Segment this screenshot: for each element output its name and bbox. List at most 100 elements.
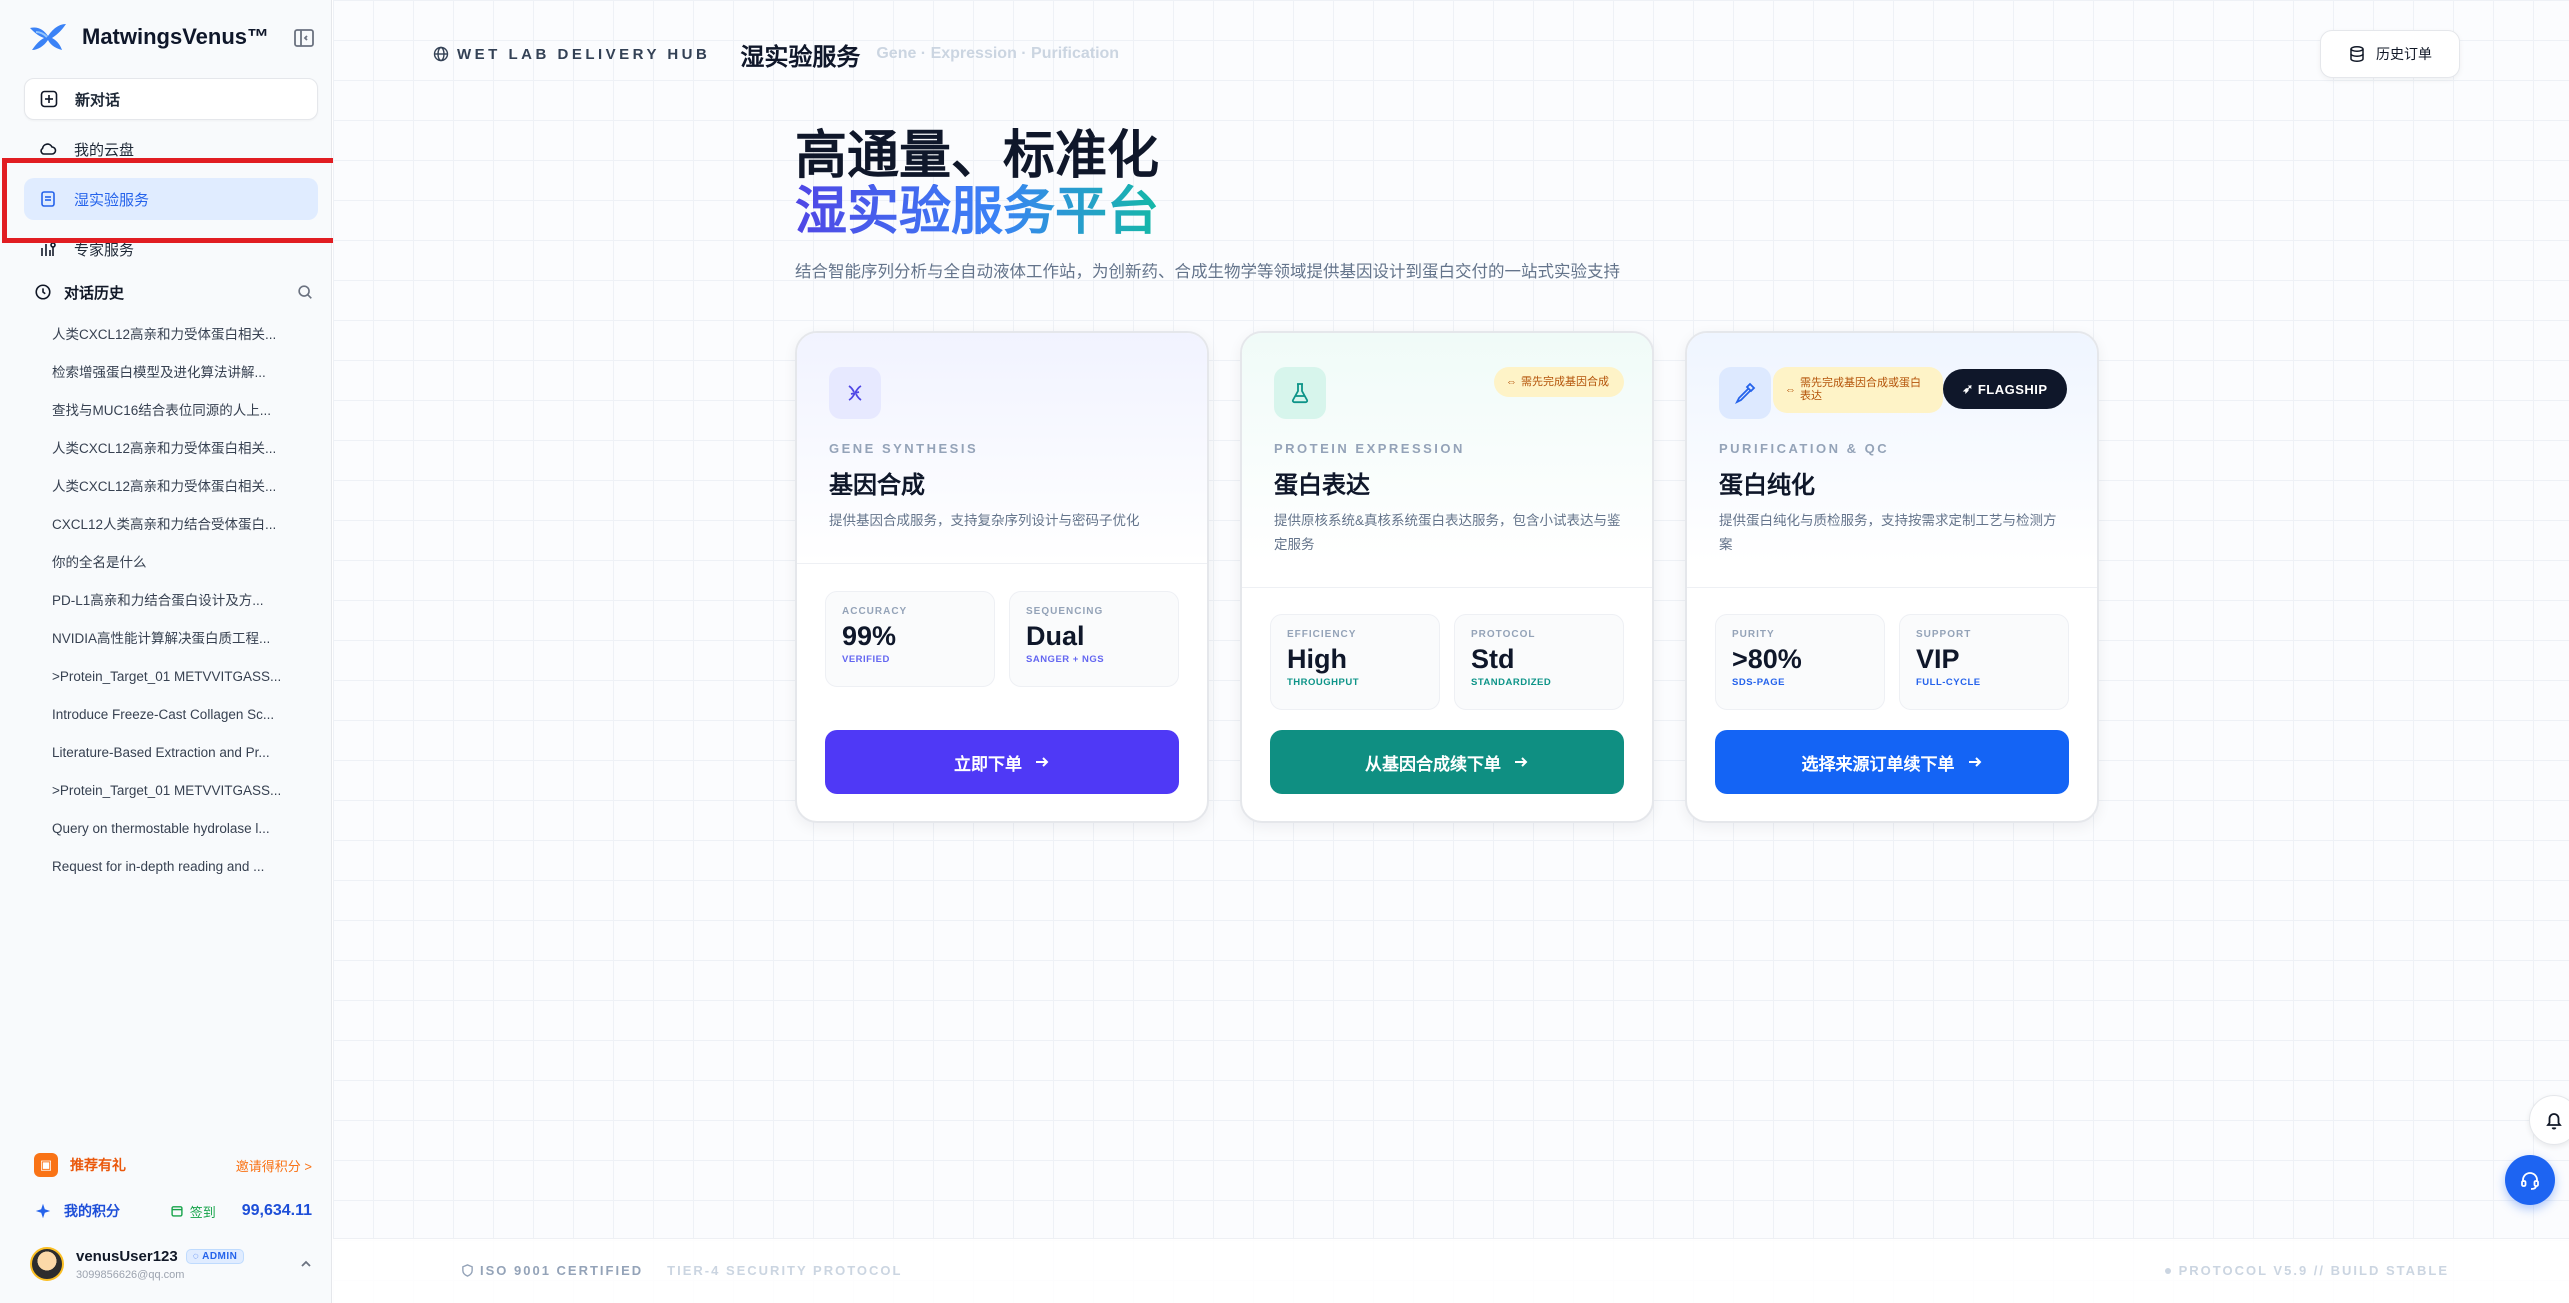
referral-promo[interactable]: ▣ 推荐有礼 邀请得积分 >	[34, 1152, 312, 1178]
nav-expert-service[interactable]: 专家服务	[24, 228, 318, 270]
main-area: WET LAB DELIVERY HUB 湿实验服务 Gene · Expres…	[333, 0, 2569, 1303]
checkin-button[interactable]: 签到	[170, 1202, 216, 1221]
points-row: 我的积分 签到 99,634.11	[34, 1198, 312, 1224]
stat-accuracy: ACCURACY 99% VERIFIED	[825, 591, 995, 687]
history-item[interactable]: Literature-Based Extraction and Pr...	[52, 740, 292, 778]
history-item[interactable]: 检索增强蛋白模型及进化算法讲解...	[52, 360, 292, 398]
card-icon-wrap	[1274, 367, 1326, 419]
card-title: 蛋白纯化	[1719, 472, 1815, 499]
history-item[interactable]: 人类CXCL12高亲和力受体蛋白相关...	[52, 436, 292, 474]
hero: 高通量、标准化 湿实验服务平台	[795, 128, 1159, 240]
user-name: venusUser123	[76, 1247, 178, 1265]
order-history-button[interactable]: 历史订单	[2320, 30, 2460, 78]
link-icon: ⇔	[1506, 375, 1517, 388]
stat-efficiency: EFFICIENCY High THROUGHPUT	[1270, 614, 1440, 710]
stat-sub: THROUGHPUT	[1287, 677, 1360, 688]
order-now-button[interactable]: 立即下单	[825, 730, 1179, 794]
nav-my-cloud-label: 我的云盘	[74, 141, 135, 159]
link-icon: ⇔	[1785, 383, 1796, 396]
history-header: 对话历史	[34, 280, 314, 304]
status-dot	[2164, 1267, 2171, 1274]
stat-protocol: PROTOCOL Std STANDARDIZED	[1454, 614, 1624, 710]
nav-wetlab-service[interactable]: 湿实验服务	[24, 178, 318, 220]
footer: ISO 9001 CERTIFIED TIER-4 SECURITY PROTO…	[333, 1238, 2569, 1303]
service-card-purification: ⇔ 需先完成基因合成或蛋白表达 ➶ FLAGSHIP PURIFICATION …	[1685, 331, 2099, 823]
search-icon[interactable]	[296, 283, 314, 301]
stat-value: VIP	[1916, 644, 1960, 674]
promo-link[interactable]: 邀请得积分 >	[236, 1156, 312, 1175]
order-now-label: 立即下单	[954, 754, 1022, 774]
history-item[interactable]: 查找与MUC16结合表位同源的人上...	[52, 398, 292, 436]
stat-support: SUPPORT VIP FULL-CYCLE	[1899, 614, 2069, 710]
database-icon	[2350, 46, 2364, 62]
brand[interactable]: MatwingsVenus™	[28, 20, 269, 54]
card-eyebrow: PROTEIN EXPRESSION	[1274, 441, 1465, 456]
history-item[interactable]: >Protein_Target_01 METVVITGASS...	[52, 664, 292, 702]
stat-sequencing: SEQUENCING Dual SANGER + NGS	[1009, 591, 1179, 687]
points-label: 我的积分	[64, 1203, 120, 1219]
history-item[interactable]: CXCL12人类高亲和力结合受体蛋白...	[52, 512, 292, 550]
build-status-text: PROTOCOL V5.9 // BUILD STABLE	[2178, 1263, 2449, 1278]
rocket-icon: ➶	[1962, 381, 1974, 396]
select-source-order-button[interactable]: 选择来源订单续下单	[1715, 730, 2069, 794]
nav-wetlab-label: 湿实验服务	[74, 191, 150, 209]
page-subtitle: Gene · Expression · Purification	[876, 45, 1120, 62]
chevron-up-icon[interactable]	[298, 1256, 314, 1272]
select-source-order-label: 选择来源订单续下单	[1801, 754, 1955, 774]
history-item[interactable]: Introduce Freeze-Cast Collagen Sc...	[52, 702, 292, 740]
stat-value: Std	[1471, 644, 1515, 674]
continue-from-gene-button[interactable]: 从基因合成续下单	[1270, 730, 1624, 794]
card-description: 提供蛋白纯化与质检服务，支持按需求定制工艺与检测方案	[1719, 513, 2057, 552]
arrow-right-icon	[1515, 757, 1528, 767]
wing-logo-icon	[30, 24, 66, 50]
support-button[interactable]	[2505, 1155, 2555, 1205]
history-item[interactable]: PD-L1高亲和力结合蛋白设计及方...	[52, 588, 292, 626]
sidebar-collapse-icon[interactable]	[292, 26, 316, 50]
card-eyebrow: GENE SYNTHESIS	[829, 441, 979, 456]
stat-purity: PURITY >80% SDS-PAGE	[1715, 614, 1885, 710]
nav-new-chat[interactable]: 新对话	[24, 78, 318, 120]
notification-button[interactable]	[2529, 1095, 2569, 1145]
stat-key: SEQUENCING	[1026, 606, 1104, 617]
card-title: 蛋白表达	[1274, 472, 1370, 499]
stat-sub: FULL-CYCLE	[1916, 677, 1981, 688]
admin-badge: ◌ ADMIN	[185, 1248, 245, 1264]
stat-value: Dual	[1026, 621, 1085, 651]
card-title: 基因合成	[829, 472, 925, 499]
card-divider	[1242, 587, 1652, 588]
stat-key: ACCURACY	[842, 606, 908, 617]
iso-badge: ISO 9001 CERTIFIED	[461, 1263, 643, 1278]
history-title: 对话历史	[64, 284, 125, 302]
sidebar: MatwingsVenus™ 新对话 我的云盘 湿实验服务 专家服务 对话历史 …	[0, 0, 332, 1303]
hero-description: 结合智能序列分析与全自动液体工作站，为创新药、合成生物学等领域提供基因设计到蛋白…	[795, 263, 1620, 281]
stat-key: SUPPORT	[1916, 629, 1972, 640]
admin-badge-label: ADMIN	[202, 1250, 238, 1262]
stat-value: High	[1287, 644, 1347, 674]
continue-from-gene-label: 从基因合成续下单	[1365, 754, 1501, 774]
arrow-right-icon	[1968, 757, 1981, 767]
stat-key: PURITY	[1732, 629, 1775, 640]
avatar	[30, 1247, 64, 1281]
history-item[interactable]: Request for in-depth reading and ...	[52, 854, 292, 892]
hero-headline-gradient: 湿实验服务平台	[795, 183, 1160, 241]
hero-headline: 高通量、标准化	[795, 127, 1160, 185]
hub-label-text: WET LAB DELIVERY HUB	[457, 45, 711, 63]
promo-title: 推荐有礼	[70, 1157, 126, 1173]
cloud-icon	[40, 143, 57, 155]
history-item[interactable]: 你的全名是什么	[52, 550, 292, 588]
history-item[interactable]: 人类CXCL12高亲和力受体蛋白相关...	[52, 474, 292, 512]
user-profile[interactable]: venusUser123 ◌ ADMIN 3099856626@qq.com	[30, 1242, 314, 1286]
nav-my-cloud[interactable]: 我的云盘	[24, 128, 318, 170]
history-item[interactable]: NVIDIA高性能计算解决蛋白质工程...	[52, 626, 292, 664]
card-eyebrow: PURIFICATION & QC	[1719, 441, 1890, 456]
stat-sub: SANGER + NGS	[1026, 654, 1105, 665]
globe-icon	[433, 46, 449, 62]
nav-new-chat-label: 新对话	[75, 91, 121, 109]
history-item[interactable]: 人类CXCL12高亲和力受体蛋白相关...	[52, 322, 292, 360]
card-description: 提供基因合成服务，支持复杂序列设计与密码子优化	[829, 513, 1140, 528]
history-item[interactable]: Query on thermostable hydrolase l...	[52, 816, 292, 854]
user-email: 3099856626@qq.com	[76, 1268, 185, 1281]
history-item[interactable]: >Protein_Target_01 METVVITGASS...	[52, 778, 292, 816]
history-list: 人类CXCL12高亲和力受体蛋白相关... 检索增强蛋白模型及进化算法讲解...…	[52, 322, 292, 892]
points-value: 99,634.11	[241, 1202, 312, 1219]
